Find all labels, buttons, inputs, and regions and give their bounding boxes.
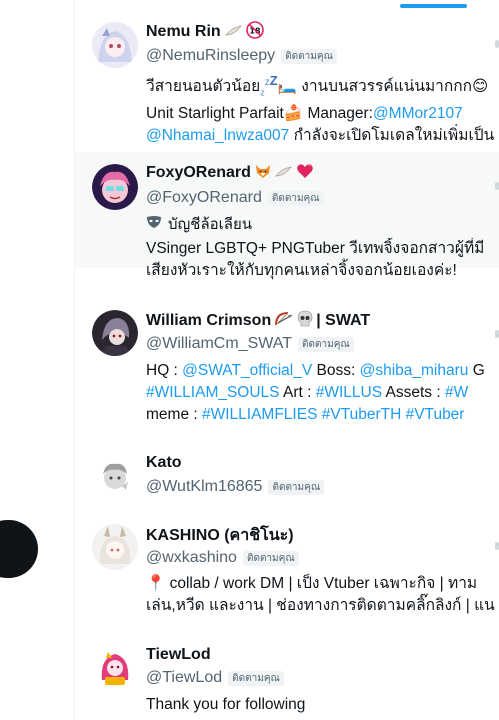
mention-link[interactable]: @SWAT_official_V [182, 362, 312, 379]
display-name[interactable]: Kato [146, 452, 182, 474]
follow-button[interactable] [495, 542, 499, 550]
display-name[interactable]: KASHINO (คาชิโนะ) [146, 524, 294, 546]
bio: Thank you for following [146, 694, 499, 716]
handle[interactable]: @wxkashino [146, 549, 237, 567]
bio-text: กำลังจะเปิดโมเดลใหม่เพิ่มเป็น [289, 127, 495, 145]
list-item[interactable]: KASHINO (คาชิโนะ) @wxkashino ติดตามคุณ 📍… [75, 514, 499, 626]
feather-icon [224, 23, 243, 42]
handle-line: @WutKlm16865 ติดตามคุณ [146, 476, 325, 498]
follow-button[interactable] [495, 182, 499, 190]
bio: VSinger LGBTQ+ PNGTuber วีเทพจิ้งจอกสาวผ… [146, 238, 499, 282]
bio-text: Art : [279, 384, 316, 401]
list-item[interactable]: FoxyORenard @FoxyORenard ติดตามคุณ บัญชี… [75, 152, 499, 279]
bio: 📍 collab / work DM | เป็ง Vtuber เฉพาะกิ… [146, 573, 499, 617]
follow-button[interactable] [495, 330, 499, 338]
bio-line: วีสายนอนตัวน้อยzzZ🛏️ งานบนสวรรค์แน่นมากก… [146, 70, 499, 103]
hashtag-link[interactable]: #VTuber [406, 406, 465, 423]
bio-line: Unit Starlight Parfait🍰 Manager:@MMor210… [146, 103, 499, 125]
list-item[interactable]: Nemu Rin 18 @NemuRinsleepy ติดตามคุณ วีส… [75, 10, 499, 148]
mask-icon [146, 215, 162, 233]
bio-text: Unit Starlight Parfait🍰 Manager: [146, 105, 373, 123]
follows-you-badge: ติดตามคุณ [268, 479, 325, 495]
bio-line: 📍 collab / work DM | เป็ง Vtuber เฉพาะกิ… [146, 575, 478, 592]
handle[interactable]: @FoxyORenard [146, 189, 262, 207]
hashtag-link[interactable]: #WILLUS [316, 384, 382, 401]
handle-line: @NemuRinsleepy ติดตามคุณ [146, 45, 337, 67]
bio-text: G [468, 362, 485, 379]
follows-you-badge: ติดตามคุณ [281, 48, 337, 64]
bio-text: Boss: [312, 362, 360, 379]
handle[interactable]: @WilliamCm_SWAT [146, 335, 292, 353]
display-name[interactable]: TiewLod [146, 644, 211, 666]
bio-text: Z [269, 73, 278, 88]
bio-text: meme : [146, 406, 202, 423]
avatar[interactable] [92, 452, 138, 498]
handle[interactable]: @WutKlm16865 [146, 478, 262, 496]
name-text: FoxyORenard [146, 164, 251, 181]
follows-you-badge: ติดตามคุณ [267, 190, 324, 206]
parody-label: บัญชีล้อเลียน [146, 213, 252, 235]
bio: HQ : @SWAT_official_V Boss: @shiba_mihar… [146, 360, 499, 426]
avatar[interactable] [92, 524, 138, 570]
mention-link[interactable]: @Nhamai_lnwza007 [146, 127, 289, 144]
feather-icon [274, 164, 293, 183]
bio-text: วีสายนอนตัวน้อย [146, 78, 261, 96]
bio-line: VSinger LGBTQ+ PNGTuber วีเทพจิ้งจอกสาวผ… [146, 240, 485, 257]
display-name[interactable]: FoxyORenard [146, 162, 314, 184]
follows-you-badge: ติดตามคุณ [298, 336, 354, 352]
display-name[interactable]: Nemu Rin 18 [146, 20, 264, 44]
bio-text: Assets : [382, 384, 445, 401]
hashtag-link[interactable]: #W [445, 384, 468, 401]
name-suffix: | SWAT [316, 312, 371, 329]
handle-line: @TiewLod ติดตามคุณ [146, 667, 284, 689]
heart-icon [296, 163, 314, 184]
follow-button[interactable] [495, 40, 499, 48]
bio-line: @Nhamai_lnwza007 กำลังจะเปิดโมเดลใหม่เพิ… [146, 125, 499, 147]
hashtag-link[interactable]: #WILLIAMFLIES [202, 406, 317, 423]
bio: วีสายนอนตัวน้อยzzZ🛏️ งานบนสวรรค์แน่นมากก… [146, 70, 499, 147]
avatar[interactable] [92, 310, 138, 356]
display-name[interactable]: William Crimson | SWAT [146, 310, 370, 332]
name-text: TiewLod [146, 646, 211, 663]
name-text: William Crimson [146, 312, 272, 329]
skull-icon [296, 310, 314, 333]
avatar[interactable] [92, 22, 138, 68]
fox-icon [254, 162, 272, 185]
handle-line: @WilliamCm_SWAT ติดตามคุณ [146, 333, 354, 355]
bio-text: z [260, 87, 265, 98]
list-item[interactable]: William Crimson | SWAT @WilliamCm_SWAT ต… [75, 300, 499, 440]
list-item[interactable]: TiewLod @TiewLod ติดตามคุณ Thank you for… [75, 634, 499, 720]
bio-line: #WILLIAM_SOULS Art : #WILLUS Assets : #W [146, 382, 499, 404]
bio-line: HQ : @SWAT_official_V Boss: @shiba_mihar… [146, 360, 499, 382]
handle[interactable]: @NemuRinsleepy [146, 47, 275, 65]
follows-you-badge: ติดตามคุณ [242, 550, 299, 566]
name-text: Nemu Rin [146, 23, 221, 40]
avatar[interactable] [92, 644, 138, 690]
hashtag-link[interactable]: #VTuberTH [322, 406, 402, 423]
bio-line: เล่น,หวีด และงาน | ช่องทางการติดตามคลิ๊ก… [146, 597, 495, 614]
left-nav-column [0, 0, 74, 720]
mention-link[interactable]: @shiba_miharu [360, 362, 469, 379]
handle-line: @FoxyORenard ติดตามคุณ [146, 187, 324, 209]
handle-line: @wxkashino ติดตามคุณ [146, 547, 299, 569]
bio-line: เสียงหัวเราะให้กับทุกคนเหล่าจิ้งจอกน้อยเ… [146, 262, 457, 279]
follows-you-badge: ติดตามคุณ [228, 670, 284, 686]
bio-line: meme : #WILLIAMFLIES #VTuberTH #VTuber [146, 404, 499, 426]
18-plus-icon: 18 [245, 20, 264, 44]
bio-text: HQ : [146, 362, 183, 379]
handle[interactable]: @TiewLod [146, 669, 222, 687]
mention-link[interactable]: @MMor2107 [373, 105, 463, 122]
name-text: Kato [146, 454, 182, 471]
bow-arrow-icon [274, 311, 294, 332]
follower-list: Nemu Rin 18 @NemuRinsleepy ติดตามคุณ วีส… [75, 0, 499, 720]
parody-label-text: บัญชีล้อเลียน [168, 216, 253, 233]
list-item[interactable]: Kato @WutKlm16865 ติดตามคุณ [75, 444, 499, 506]
name-text: KASHINO (คาชิโนะ) [146, 526, 294, 544]
avatar[interactable] [92, 164, 138, 210]
bio-text: 🛏️ งานบนสวรรค์แน่นมากกก😊 [277, 78, 489, 96]
hashtag-link[interactable]: #WILLIAM_SOULS [146, 384, 280, 401]
bio-line: Thank you for following [146, 696, 306, 713]
